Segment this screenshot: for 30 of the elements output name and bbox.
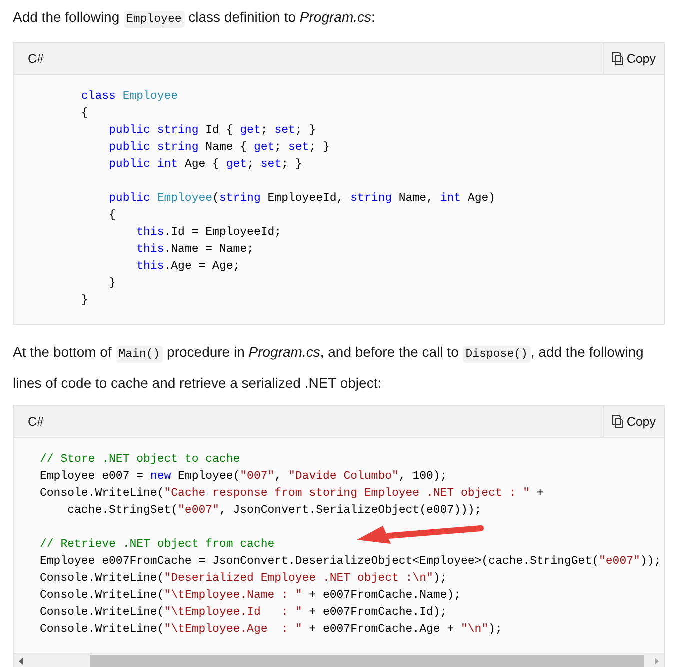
scrollbar-thumb[interactable]: [90, 655, 644, 667]
code-line: Console.WriteLine("\tEmployee.Age : " + e007FromCache.Age + "\n");: [40, 622, 502, 638]
code-line: Console.WriteLine("Cache response from storing Employee .NET object : " +: [40, 486, 544, 502]
copy-icon: [612, 415, 624, 428]
copy-icon: [612, 52, 624, 65]
code-line: {: [80, 106, 88, 122]
code-line: public Employee(string EmployeeId, string Name, int Age): [108, 191, 496, 207]
code-line: Console.WriteLine("\tEmployee.Id : " + e007FromCache.Id);: [40, 605, 448, 621]
code-line: {: [108, 208, 116, 224]
code-line: this.Name = Name;: [136, 242, 254, 258]
code-line: }: [80, 293, 88, 309]
code-line: // Retrieve .NET object from cache: [40, 537, 275, 553]
code-line: Employee e007FromCache = JsonConvert.DeserializeObject<Employee>(cache.StringGet("e007"));: [40, 554, 662, 570]
code-line: cache.StringSet("e007", JsonConvert.SerializeObject(e007)));: [66, 503, 482, 519]
paragraph: Add the following Employee class definition to Program.cs:: [13, 8, 376, 30]
code-line: public string Name { get; set; }: [108, 140, 330, 156]
code-line: this.Age = Age;: [136, 259, 240, 275]
code-line: public int Age { get; set; }: [108, 157, 302, 173]
code-line: public string Id { get; set; }: [108, 123, 316, 139]
language-label: C#: [27, 52, 45, 66]
code-line: Console.WriteLine("\tEmployee.Name : " + e007FromCache.Name);: [40, 588, 461, 604]
code-line: Employee e007 = new Employee("007", "Davide Columbo", 100);: [40, 469, 448, 485]
code-line: class Employee: [80, 89, 178, 105]
code-line: this.Id = EmployeeId;: [136, 225, 282, 241]
paragraph: At the bottom of Main() procedure in Program.cs, and before the call to Dispose() , add the following lines of code to cache and retrieve a serialized .NET object:: [13, 343, 645, 393]
code-line: }: [108, 276, 116, 292]
code-line: // Store .NET object to cache: [40, 452, 240, 468]
horizontal-scrollbar[interactable]: [14, 653, 664, 667]
code-line: Console.WriteLine("Deserialized Employee .NET object :\n");: [40, 571, 448, 587]
language-label: C#: [27, 414, 45, 428]
